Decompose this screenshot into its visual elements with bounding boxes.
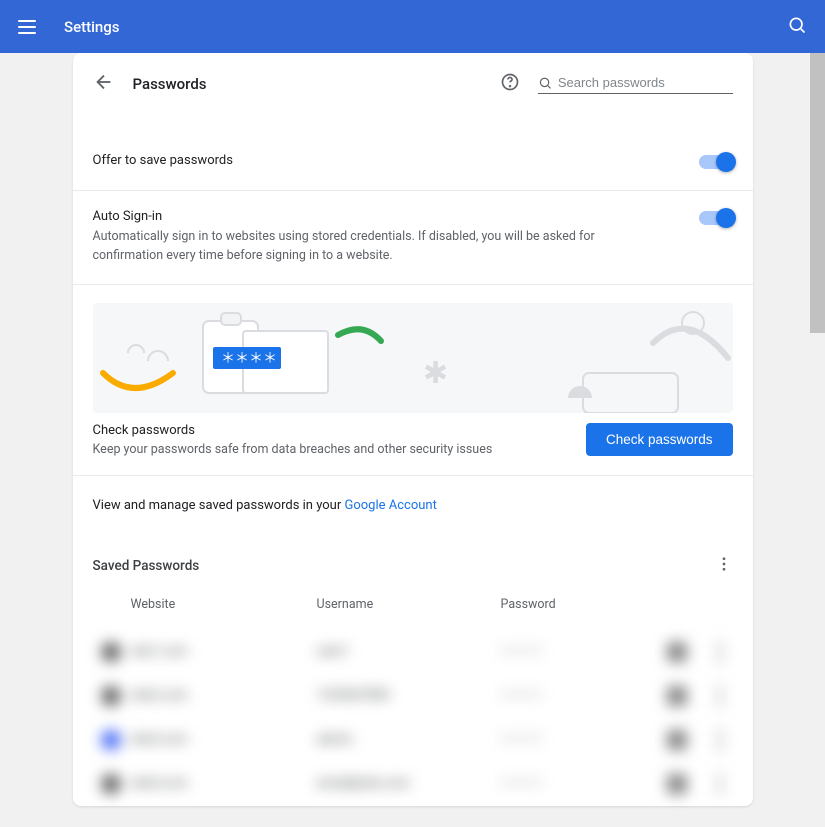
row-username: admin	[317, 732, 501, 747]
auto-signin-title: Auto Sign-in	[93, 209, 699, 224]
row-website: site3.com	[131, 732, 317, 747]
search-passwords-field[interactable]	[538, 75, 733, 94]
password-row[interactable]: site3.com admin ••••••••	[73, 718, 753, 762]
row-password: ••••••••	[501, 644, 667, 659]
page-header: Passwords	[73, 53, 753, 105]
row-more-icon[interactable]	[717, 693, 723, 699]
svg-text:＊＊＊＊ |: ＊＊＊＊ |	[221, 351, 294, 367]
row-password: ••••••••	[501, 732, 667, 747]
check-passwords-illustration: ＊＊＊＊ | ✱	[93, 303, 733, 413]
check-passwords-button[interactable]: Check passwords	[586, 423, 733, 456]
search-icon[interactable]	[787, 15, 807, 39]
offer-save-passwords-row: Offer to save passwords	[73, 135, 753, 190]
row-password: ••••••••	[501, 688, 667, 703]
site-favicon-icon	[101, 642, 121, 662]
search-icon	[538, 75, 552, 91]
password-row[interactable]: site4.com email@site.com ••••••••	[73, 762, 753, 806]
search-input[interactable]	[558, 75, 733, 90]
check-passwords-desc: Keep your passwords safe from data breac…	[93, 442, 586, 457]
row-username: user1	[317, 644, 501, 659]
google-account-prefix: View and manage saved passwords in your	[93, 498, 345, 513]
google-account-link-row: View and manage saved passwords in your …	[73, 475, 753, 527]
check-passwords-section: ＊＊＊＊ | ✱ Check passwords Keep your passw…	[73, 284, 753, 475]
row-more-icon[interactable]	[717, 781, 723, 787]
svg-text:✱: ✱	[423, 356, 448, 391]
column-password: Password	[501, 597, 733, 612]
saved-passwords-title: Saved Passwords	[93, 558, 715, 574]
page-title: Passwords	[133, 75, 207, 93]
show-password-icon[interactable]	[667, 774, 687, 794]
check-passwords-title: Check passwords	[93, 423, 586, 438]
row-more-icon[interactable]	[717, 649, 723, 655]
app-topbar: Settings	[0, 0, 825, 53]
offer-save-toggle[interactable]	[699, 155, 733, 169]
show-password-icon[interactable]	[667, 686, 687, 706]
scrollbar[interactable]	[810, 53, 825, 333]
row-website: site1.com	[131, 644, 317, 659]
offer-save-title: Offer to save passwords	[93, 153, 699, 168]
auto-signin-row: Auto Sign-in Automatically sign in to we…	[73, 190, 753, 284]
password-row[interactable]: site2.com 1234567890 ••••••••	[73, 674, 753, 718]
back-arrow-icon[interactable]	[93, 71, 115, 97]
password-table-headers: Website Username Password	[73, 587, 753, 630]
column-website: Website	[131, 597, 317, 612]
site-favicon-icon	[101, 686, 121, 706]
row-more-icon[interactable]	[717, 737, 723, 743]
column-username: Username	[317, 597, 501, 612]
menu-icon[interactable]	[18, 15, 42, 39]
row-website: site4.com	[131, 776, 317, 791]
row-password: ••••••••	[501, 776, 667, 791]
auto-signin-desc: Automatically sign in to websites using …	[93, 228, 633, 266]
help-icon[interactable]	[500, 72, 520, 96]
site-favicon-icon	[101, 774, 121, 794]
show-password-icon[interactable]	[667, 730, 687, 750]
row-username: 1234567890	[317, 688, 501, 703]
site-favicon-icon	[101, 730, 121, 750]
password-row[interactable]: site1.com user1 ••••••••	[73, 630, 753, 674]
more-vert-icon[interactable]	[715, 555, 733, 577]
saved-passwords-header: Saved Passwords	[73, 527, 753, 587]
row-website: site2.com	[131, 688, 317, 703]
settings-card: Passwords Offer to save passwords Auto S…	[73, 53, 753, 806]
row-username: email@site.com	[317, 776, 501, 791]
page-body: Passwords Offer to save passwords Auto S…	[0, 53, 825, 827]
google-account-link[interactable]: Google Account	[344, 498, 436, 513]
show-password-icon[interactable]	[667, 642, 687, 662]
auto-signin-toggle[interactable]	[699, 211, 733, 225]
app-title: Settings	[64, 18, 120, 36]
